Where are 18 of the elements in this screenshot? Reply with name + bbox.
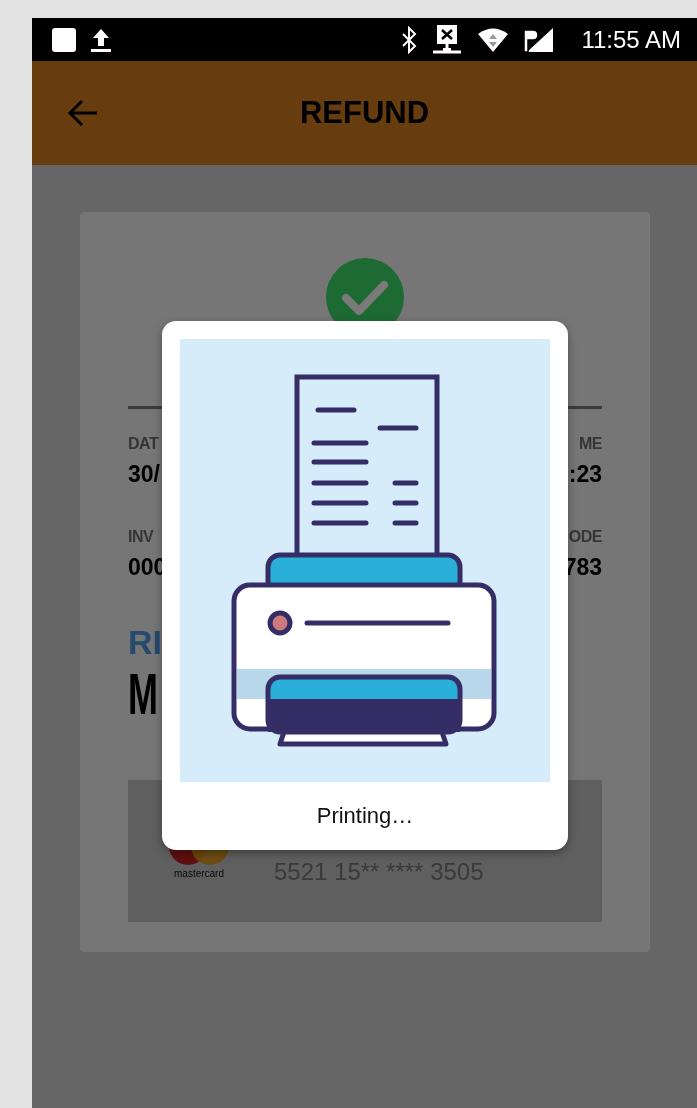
field-label: ME — [579, 435, 602, 453]
notification-square-icon — [52, 27, 76, 52]
field-value: 30/ — [128, 461, 160, 488]
network-error-icon — [431, 23, 464, 56]
screen-title: REFUND — [298, 95, 431, 131]
bluetooth-icon — [401, 25, 418, 54]
field-label: ODE — [568, 528, 602, 546]
card-brand-text: mastercard — [174, 867, 224, 879]
clock-time: 11:55 AM — [581, 25, 681, 54]
field-label: DAT — [128, 435, 159, 453]
field-value: 783 — [563, 554, 602, 581]
amount-text: M — [128, 662, 158, 726]
status-message: Printing… — [316, 803, 414, 829]
signal-icon — [523, 26, 554, 53]
field-label: INV — [128, 528, 154, 546]
wifi-icon — [477, 26, 510, 53]
transaction-type-label: RI — [128, 623, 163, 662]
field-value: :23 — [568, 461, 602, 488]
